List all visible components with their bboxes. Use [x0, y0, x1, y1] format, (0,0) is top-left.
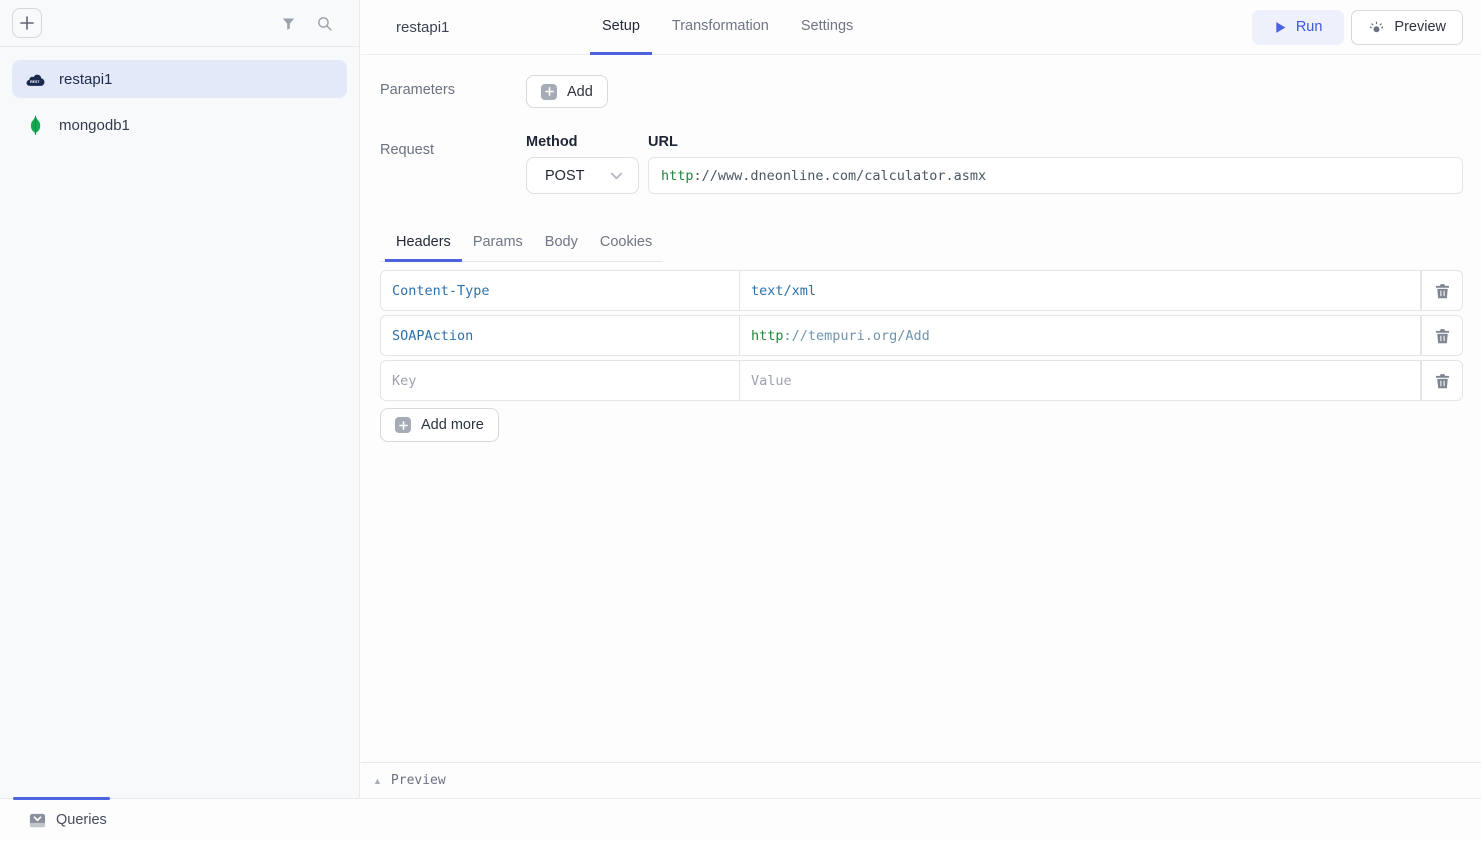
svg-text:REST: REST: [30, 80, 40, 84]
url-field: URL http://www.dneonline.com/calculator.…: [648, 134, 1463, 194]
sidebar-item-restapi1[interactable]: REST restapi1: [12, 60, 347, 98]
tab-settings[interactable]: Settings: [789, 0, 865, 55]
main-panel: restapi1 Setup Transformation Settings R…: [361, 0, 1481, 798]
header-key-field: [380, 360, 740, 401]
plus-icon: [395, 417, 411, 433]
delete-row-button[interactable]: [1421, 315, 1463, 356]
header-value-field[interactable]: text/xml: [740, 270, 1421, 311]
filter-button[interactable]: [275, 10, 301, 36]
preview-button[interactable]: Preview: [1351, 10, 1463, 45]
search-button[interactable]: [311, 10, 337, 36]
filter-icon: [280, 15, 297, 32]
header-value-field[interactable]: http://tempuri.org/Add: [740, 315, 1421, 356]
query-list: REST restapi1 mongodb1: [0, 47, 359, 157]
header-row-empty: [380, 360, 1463, 401]
url-input[interactable]: http://www.dneonline.com/calculator.asmx: [648, 157, 1463, 194]
mongodb-leaf-icon: [25, 115, 45, 135]
tab-headers[interactable]: Headers: [385, 227, 462, 262]
setup-form: Parameters Add Request Method POST: [361, 55, 1481, 442]
method-select[interactable]: POST: [526, 157, 639, 194]
header-row-1: Content-Type text/xml: [380, 270, 1463, 311]
tab-params[interactable]: Params: [462, 227, 534, 262]
header-value-field: [740, 360, 1421, 401]
url-rest: ://www.dneonline.com/calculator.asmx: [694, 168, 987, 184]
sidebar-toolbar: [0, 0, 359, 47]
header-tabs: Setup Transformation Settings: [590, 0, 865, 54]
delete-row-button[interactable]: [1421, 270, 1463, 311]
tab-body[interactable]: Body: [534, 227, 589, 262]
method-field: Method POST: [526, 134, 639, 194]
add-more-button[interactable]: Add more: [380, 408, 499, 442]
url-label: URL: [648, 134, 1463, 150]
bottom-tab-label: Queries: [56, 812, 107, 828]
request-label: Request: [380, 134, 526, 194]
bottom-bar: Queries: [0, 798, 1481, 841]
app-window: { "colors": { "accent_blue": "#4c62e0", …: [0, 0, 1481, 841]
parameters-row: Parameters Add: [380, 75, 1463, 108]
bottom-tab-queries[interactable]: Queries: [29, 799, 107, 841]
method-label: Method: [526, 134, 639, 150]
header-key-field[interactable]: Content-Type: [380, 270, 740, 311]
sidebar-item-mongodb1[interactable]: mongodb1: [12, 106, 347, 144]
search-icon: [316, 15, 333, 32]
chevron-down-icon: [609, 168, 624, 183]
method-value: POST: [545, 168, 584, 184]
main-header: restapi1 Setup Transformation Settings R…: [361, 0, 1481, 55]
trash-icon: [1435, 373, 1450, 389]
tab-setup[interactable]: Setup: [590, 0, 652, 55]
url-protocol: http: [661, 168, 694, 184]
create-new-button[interactable]: [12, 8, 42, 38]
collapse-up-icon: ▲: [373, 776, 382, 786]
eye-icon: [1368, 19, 1385, 36]
parameters-label: Parameters: [380, 75, 526, 108]
sidebar-item-label: restapi1: [59, 71, 112, 88]
sidebar: REST restapi1 mongodb1: [0, 0, 360, 798]
key-input[interactable]: [392, 373, 728, 389]
tab-transformation[interactable]: Transformation: [660, 0, 781, 55]
value-input[interactable]: [751, 373, 1409, 389]
header-row-2: SOAPAction http://tempuri.org/Add: [380, 315, 1463, 356]
header-key-field[interactable]: SOAPAction: [380, 315, 740, 356]
queries-icon: [29, 812, 46, 829]
trash-icon: [1435, 283, 1450, 299]
plus-icon: [20, 16, 34, 30]
query-title: restapi1: [396, 19, 554, 36]
request-row: Request Method POST URL http://www.dneon…: [380, 134, 1463, 194]
preview-drawer-toggle[interactable]: ▲ Preview: [361, 762, 1481, 798]
run-button[interactable]: Run: [1252, 10, 1345, 45]
headers-table: Content-Type text/xml SOAPAction http://…: [380, 270, 1463, 401]
preview-drawer-label: Preview: [391, 773, 446, 788]
delete-row-button[interactable]: [1421, 360, 1463, 401]
plus-icon: [541, 84, 557, 100]
header-actions: Run Preview: [1252, 10, 1463, 45]
rest-api-cloud-icon: REST: [25, 71, 45, 87]
trash-icon: [1435, 328, 1450, 344]
tab-cookies[interactable]: Cookies: [589, 227, 663, 262]
request-tabs: Headers Params Body Cookies: [380, 227, 663, 262]
add-parameter-button[interactable]: Add: [526, 75, 608, 108]
sidebar-item-label: mongodb1: [59, 117, 130, 134]
play-icon: [1274, 21, 1287, 34]
